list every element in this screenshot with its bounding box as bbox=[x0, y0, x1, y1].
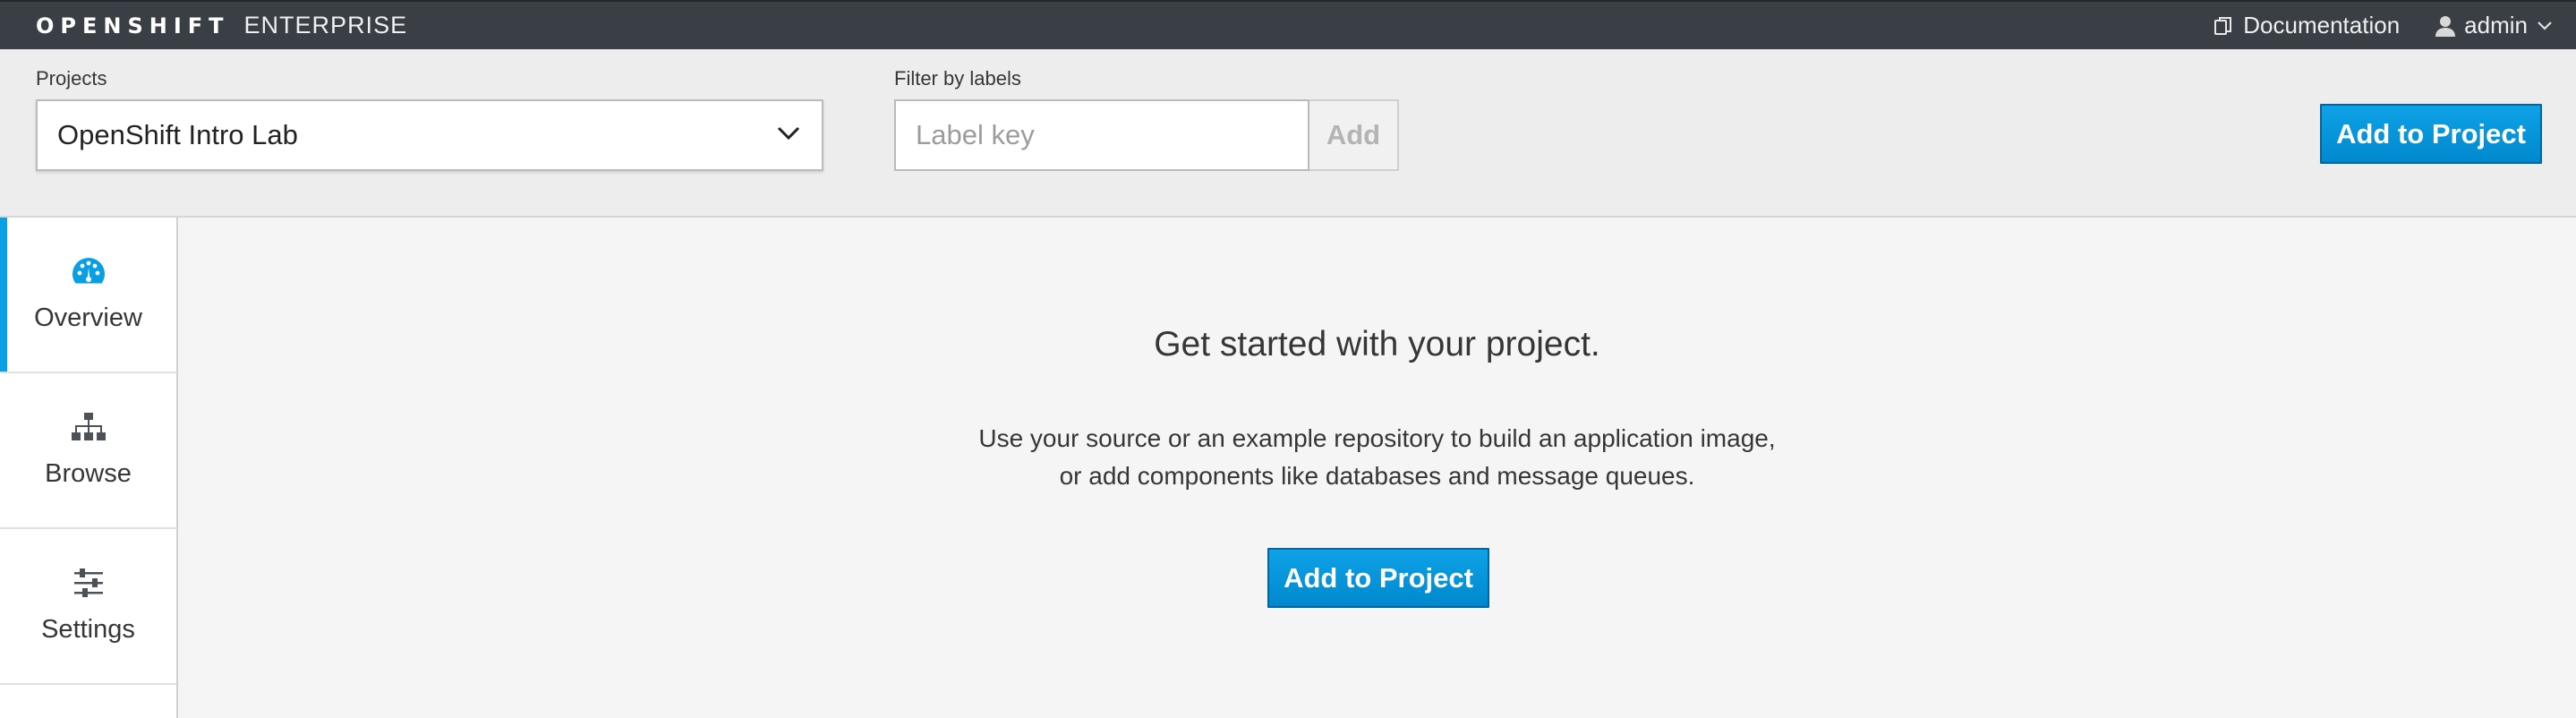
sidebar-item-overview[interactable]: Overview bbox=[0, 218, 176, 373]
sitemap-icon bbox=[71, 412, 107, 447]
sidebar-item-settings[interactable]: Settings bbox=[0, 529, 176, 685]
label-key-field[interactable] bbox=[894, 99, 1309, 171]
projects-label: Projects bbox=[36, 67, 107, 90]
documentation-label: Documentation bbox=[2243, 12, 2401, 38]
chevron-down-icon bbox=[777, 126, 800, 145]
sidebar-item-label: Browse bbox=[45, 459, 132, 488]
filter-by-labels-label: Filter by labels bbox=[894, 67, 1021, 90]
sidebar-item-label: Settings bbox=[41, 615, 135, 644]
add-to-project-button[interactable]: Add to Project bbox=[2320, 104, 2542, 164]
brand-name-light: ENTERPRISE bbox=[243, 12, 408, 38]
label-key-input[interactable] bbox=[916, 119, 1288, 151]
sidebar-item-browse[interactable]: Browse bbox=[0, 373, 176, 529]
documentation-link[interactable]: Documentation bbox=[2213, 12, 2400, 39]
empty-state-title: Get started with your project. bbox=[1154, 325, 1600, 363]
sidebar-nav: Overview Browse Settings bbox=[0, 218, 178, 718]
empty-state-description-line: Use your source or an example repository… bbox=[978, 424, 1776, 452]
empty-state-description-line: or add components like databases and mes… bbox=[1059, 462, 1695, 490]
sliders-icon bbox=[71, 568, 107, 603]
user-menu[interactable]: admin bbox=[2435, 12, 2553, 39]
overview-empty-state: Get started with your project. Use your … bbox=[178, 218, 2576, 718]
project-select[interactable]: OpenShift Intro Lab bbox=[36, 99, 823, 171]
user-name: admin bbox=[2464, 12, 2528, 38]
masthead: OPENSHIFT ENTERPRISE Documentation admin bbox=[0, 0, 2576, 49]
add-label-button[interactable]: Add bbox=[1309, 99, 1399, 171]
masthead-nav: Documentation admin bbox=[2213, 2, 2553, 49]
selected-project: OpenShift Intro Lab bbox=[57, 119, 298, 150]
project-toolbar: Projects OpenShift Intro Lab Filter by l… bbox=[0, 49, 2576, 218]
brand-logo[interactable]: OPENSHIFT ENTERPRISE bbox=[36, 2, 407, 49]
documentation-icon bbox=[2213, 15, 2234, 37]
add-to-project-button[interactable]: Add to Project bbox=[1267, 548, 1489, 608]
chevron-down-icon bbox=[2537, 21, 2553, 31]
user-icon bbox=[2435, 15, 2456, 37]
sidebar-item-label: Overview bbox=[34, 303, 142, 332]
empty-state-description: Use your source or an example repository… bbox=[178, 420, 2576, 495]
brand-name-bold: OPENSHIFT bbox=[36, 13, 230, 38]
dashboard-icon bbox=[71, 256, 107, 291]
